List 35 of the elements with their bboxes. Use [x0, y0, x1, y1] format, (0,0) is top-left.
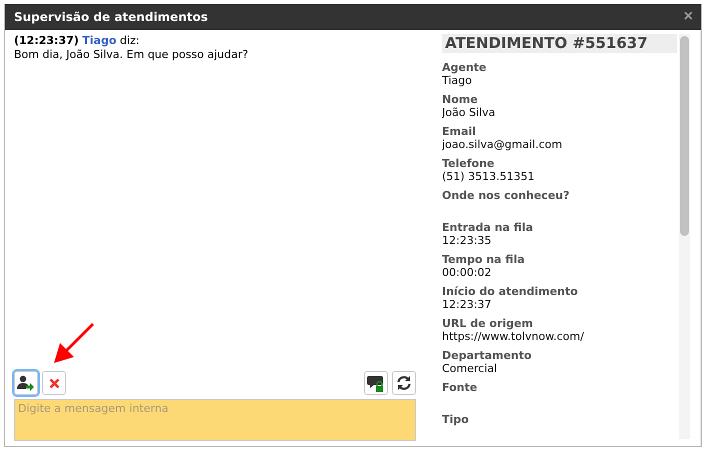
- field-label: Email: [442, 125, 477, 138]
- field-label: Onde nos conheceu?: [442, 189, 571, 202]
- field-value: joao.silva@gmail.com: [442, 138, 564, 151]
- message-field[interactable]: Digite a mensagem interna: [14, 399, 416, 441]
- close-icon: [48, 378, 60, 388]
- field-label: Telefone: [442, 157, 496, 170]
- field-value: (51) 3513.51351: [442, 170, 536, 183]
- field-label: Departamento: [442, 349, 533, 362]
- scroll-thumb[interactable]: [680, 36, 689, 236]
- refresh-icon: [396, 375, 412, 391]
- field-label: Fonte: [442, 381, 478, 394]
- field-label: Tipo: [442, 413, 470, 426]
- private-chat-button[interactable]: [364, 371, 388, 395]
- chat-lock-icon: [367, 374, 385, 392]
- field-label: URL de origem: [442, 317, 534, 330]
- field-value: Tiago: [442, 74, 473, 87]
- chat-message: (12:23:37) Tiago diz: Bom dia, João Silva. Em que posso ajudar?: [14, 34, 250, 62]
- field-value: 00:00:02: [442, 266, 492, 279]
- field-label: Entrada na fila: [442, 221, 534, 234]
- field-label: Agente: [442, 61, 488, 74]
- field-value: 12:23:37: [442, 298, 492, 311]
- field-label: Início do atendimento: [442, 285, 579, 298]
- refresh-button[interactable]: [392, 371, 416, 395]
- user-arrow-icon: [17, 375, 35, 391]
- close-button[interactable]: ×: [684, 9, 693, 25]
- field-label: Nome: [442, 93, 479, 106]
- scrollbar[interactable]: [679, 34, 690, 439]
- field-label: Tempo na fila: [442, 253, 526, 266]
- close-button[interactable]: [42, 371, 66, 395]
- field-value: Comercial: [442, 362, 498, 375]
- details-title: ATENDIMENTO #551637: [442, 34, 678, 53]
- field-value: 12:23:35: [442, 234, 492, 247]
- window-title: Supervisão de atendimentos: [14, 10, 208, 24]
- transfer-button[interactable]: [14, 371, 38, 395]
- field-value: https://www.tolvnow.com/: [442, 330, 585, 343]
